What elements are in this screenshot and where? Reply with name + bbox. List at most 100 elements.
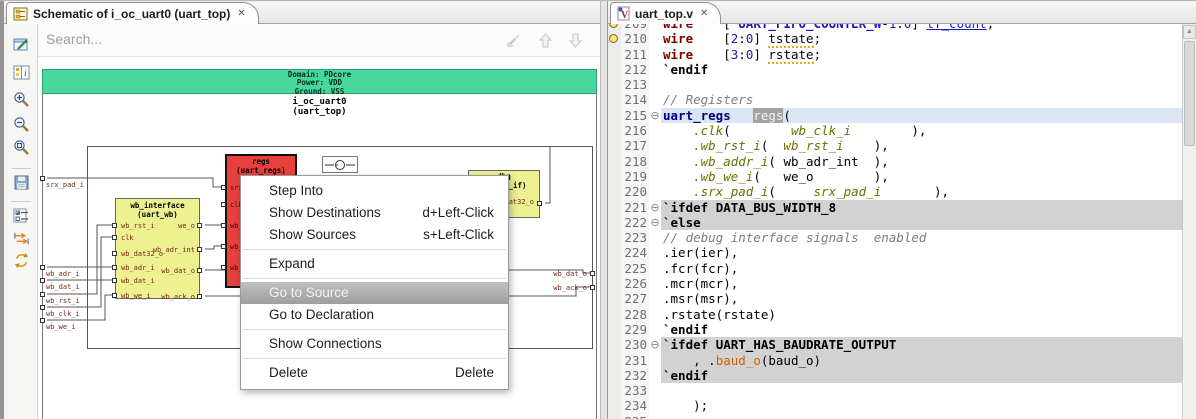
next-arrow-icon[interactable] [567,32,584,49]
filter-options-icon[interactable] [13,207,30,224]
code-text[interactable]: `endif [661,367,1182,384]
code-text[interactable]: .srx_pad_i( srx_pad_i ), [661,184,1182,199]
code-line-213[interactable]: 213 [608,77,1182,93]
code-text[interactable]: // Registers [661,92,1182,107]
port-square[interactable] [40,265,45,270]
code-line-229[interactable]: 229 `endif [608,321,1182,338]
menu-item-show-sources[interactable]: Show Sources s+Left-Click [241,224,508,246]
schematic-canvas[interactable]: Domain: PDcore Power: VDD Ground: VSS i_… [38,57,600,419]
port-square[interactable] [40,292,45,297]
code-text[interactable]: .ier(ier), [661,245,1182,260]
menu-item-expand[interactable]: Expand [241,253,508,275]
code-line-222[interactable]: 222 ⊖ `else [608,214,1182,231]
tab-uart-top-v[interactable]: V uart_top.v ✕ [610,2,722,24]
code-line-227[interactable]: 227 .msr(msr), [608,291,1182,307]
code-line-221[interactable]: 221 ⊖ `ifdef DATA_BUS_WIDTH_8 [608,199,1182,215]
pin-editor-icon[interactable] [13,36,30,53]
scroll-up-button[interactable]: ▲ [1183,25,1196,39]
code-line-223[interactable]: 223 // debug interface signals enabled [608,230,1182,246]
code-text[interactable]: `ifdef UART_HAS_BAUDRATE_OUTPUT [661,337,1182,353]
port-label-wb_clk_i[interactable]: wb_clk_i [46,310,80,318]
fold-marker[interactable]: ⊖ [649,337,661,352]
code-text[interactable]: .fcr(fcr), [661,261,1182,276]
code-line-209[interactable]: 209 wire [ UART_FIFO_COUNTER_W-1:0] tf_co… [608,24,1182,32]
menu-item-go-to-declaration[interactable]: Go to Declaration [241,304,508,326]
code-line-231[interactable]: 231 , .baud_o(baud_o) [608,352,1182,368]
code-text[interactable]: `else [661,214,1182,231]
code-text[interactable]: wire [2:0] tstate; [661,31,1182,49]
code-line-211[interactable]: 211 wire [3:0] rstate; [608,46,1182,64]
search-input[interactable]: Search... [46,31,102,47]
port-label-wb_dat_o[interactable]: wb_dat_o [533,270,587,278]
port-square[interactable] [590,271,595,276]
port-square[interactable] [40,318,45,323]
zoom-fit-icon[interactable] [13,139,30,156]
zoom-out-icon[interactable] [13,116,30,133]
pin-square[interactable] [197,268,202,273]
code-line-219[interactable]: 219 .wb_we_i( we_o ), [608,168,1182,185]
prev-arrow-icon[interactable] [537,32,554,49]
code-line-214[interactable]: 214 // Registers [608,92,1182,108]
code-text[interactable] [661,414,1182,419]
tab-schematic[interactable]: Schematic of i_oc_uart0 (uart_top) ✕ [6,2,259,24]
pin-square[interactable] [221,185,226,190]
code-line-225[interactable]: 225 .fcr(fcr), [608,260,1182,277]
port-square[interactable] [40,176,45,181]
code-line-210[interactable]: 210 wire [2:0] tstate; [608,31,1182,49]
editor-scrollbar[interactable]: ▲ [1182,24,1196,419]
code-text[interactable]: .msr(msr), [661,291,1182,306]
port-square[interactable] [40,278,45,283]
code-text[interactable]: .mcr(mcr), [661,276,1182,291]
pin-square[interactable] [197,247,202,252]
tab-close-icon[interactable]: ✕ [237,8,245,19]
pin-square[interactable] [112,223,117,228]
buffer-symbol[interactable] [322,156,358,173]
port-label-wb_adr_i[interactable]: wb_adr_i [46,270,80,278]
code-line-215[interactable]: 215 ⊖ uart_regs regs( [608,107,1182,124]
pin-square[interactable] [197,223,202,228]
module-info-icon[interactable]: i [13,64,30,81]
code-line-232[interactable]: 232 `endif [608,367,1182,384]
code-line-220[interactable]: 220 .srx_pad_i( srx_pad_i ), [608,184,1182,200]
panel-sash[interactable] [600,1,608,419]
code-text[interactable] [661,77,1182,92]
scrollbar-thumb[interactable] [1184,41,1195,146]
code-line-217[interactable]: 217 .wb_rst_i( wb_rst_i ), [608,138,1182,154]
pin-square[interactable] [112,278,117,283]
code-text[interactable]: `ifdef DATA_BUS_WIDTH_8 [661,199,1182,215]
fold-marker[interactable]: ⊖ [649,108,661,123]
pin-square[interactable] [112,265,117,270]
code-text[interactable]: ); [661,398,1182,413]
pin-square[interactable] [221,244,226,249]
port-square[interactable] [40,305,45,310]
code-text[interactable]: .rstate(rstate) [661,307,1182,322]
pin-square[interactable] [112,235,117,240]
fold-marker[interactable]: ⊖ [649,200,661,215]
tab-close-icon[interactable]: ✕ [700,8,708,19]
save-icon[interactable] [13,174,30,191]
code-text[interactable]: .wb_rst_i( wb_rst_i ), [661,138,1182,153]
code-line-212[interactable]: 212 `endif [608,61,1182,78]
code-text[interactable]: .wb_we_i( we_o ), [661,169,1182,184]
code-text[interactable]: wire [ UART_FIFO_COUNTER_W-1:0] tf_count… [661,24,1182,31]
pin-square[interactable] [221,223,226,228]
swap-sync-icon[interactable] [13,252,30,269]
code-line-226[interactable]: 226 .mcr(mcr), [608,276,1182,292]
code-editor[interactable]: 209 wire [ UART_FIFO_COUNTER_W-1:0] tf_co… [608,24,1196,419]
pin-square[interactable] [112,251,117,256]
pin-square[interactable] [221,202,226,207]
port-label-wb_we_i[interactable]: wb_we_i [46,323,76,331]
port-label-wb_dat_i[interactable]: wb_dat_i [46,283,80,291]
code-line-234[interactable]: 234 ); [608,398,1182,414]
clear-icon[interactable] [505,32,522,49]
port-label-wb_ack_o[interactable]: wb_ack_o [533,284,587,292]
port-square[interactable] [590,285,595,290]
menu-item-step-into[interactable]: Step Into [241,180,508,202]
code-text[interactable]: wire [3:0] rstate; [661,46,1182,64]
code-line-218[interactable]: 218 .wb_addr_i( wb_adr_int ), [608,153,1182,169]
menu-item-delete[interactable]: Delete Delete [241,362,508,384]
code-line-216[interactable]: 216 .clk( wb_clk_i ), [608,123,1182,139]
code-text[interactable] [661,383,1182,398]
code-text[interactable]: , .baud_o(baud_o) [661,352,1182,368]
code-line-235[interactable]: 235 [608,413,1182,419]
